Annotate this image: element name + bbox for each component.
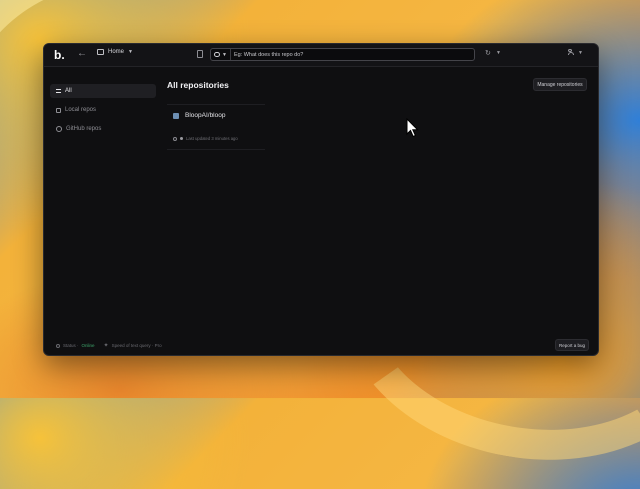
sidebar-item-all[interactable]: All — [50, 84, 156, 98]
app-window: b. ← Home ▼ ▼ ↻ ▼ ▼ All Local — [43, 43, 599, 356]
repo-name[interactable]: BloopAI/bloop — [185, 112, 225, 119]
home-tab[interactable]: Home ▼ — [97, 49, 133, 55]
chevron-down-icon: ▼ — [128, 49, 133, 55]
search-bar[interactable]: ▼ — [210, 48, 475, 61]
laptop-icon — [56, 107, 61, 113]
repo-card[interactable]: BloopAI/bloop Last updated 3 minutes ago — [167, 104, 265, 150]
sidebar-item-local-repos[interactable]: Local repos — [50, 103, 156, 117]
search-mode-toggle[interactable]: ▼ — [211, 49, 231, 60]
user-icon[interactable] — [568, 49, 574, 56]
status-dot-icon — [180, 137, 183, 140]
top-bar: b. ← Home ▼ ▼ ↻ ▼ ▼ — [44, 44, 598, 67]
report-bug-button[interactable]: Report a bug — [555, 339, 589, 351]
sidebar: All Local repos GitHub repos — [44, 67, 162, 355]
list-icon — [56, 89, 61, 93]
chat-icon — [214, 52, 220, 57]
chevron-down-icon: ▼ — [222, 51, 227, 58]
back-arrow-icon[interactable]: ← — [77, 48, 87, 59]
repo-meta: Last updated 3 minutes ago — [173, 136, 238, 141]
history-icon[interactable]: ↻ — [485, 49, 491, 57]
repo-icon — [173, 113, 179, 119]
github-icon — [173, 136, 177, 141]
clipboard-icon[interactable] — [197, 50, 203, 58]
window-icon — [97, 49, 104, 55]
chevron-down-icon[interactable]: ▼ — [578, 50, 583, 56]
status-label: Status · — [63, 343, 79, 348]
search-mode-label: Speed of text query · Pro — [111, 343, 162, 348]
sidebar-item-label: All — [65, 88, 72, 94]
status-value: Online — [81, 343, 95, 348]
search-input[interactable] — [230, 51, 457, 58]
status-indicator: Status · Online ✦ Speed of text query · … — [56, 342, 162, 349]
repo-updated: Last updated 3 minutes ago — [186, 136, 238, 141]
manage-repositories-button[interactable]: Manage repositories — [533, 78, 587, 91]
page-title: All repositories — [167, 80, 229, 90]
sidebar-item-label: Local repos — [65, 107, 97, 113]
mouse-cursor-icon — [406, 118, 419, 138]
chevron-down-icon[interactable]: ▼ — [496, 50, 501, 56]
sparkle-icon: ✦ — [103, 343, 109, 349]
app-logo[interactable]: b. — [54, 48, 65, 62]
sidebar-item-label: GitHub repos — [66, 126, 102, 132]
sidebar-item-github-repos[interactable]: GitHub repos — [50, 122, 156, 136]
home-tab-label: Home — [108, 49, 125, 55]
github-icon — [56, 126, 62, 132]
status-bar: Status · Online ✦ Speed of text query · … — [44, 337, 598, 355]
status-icon — [56, 343, 60, 348]
